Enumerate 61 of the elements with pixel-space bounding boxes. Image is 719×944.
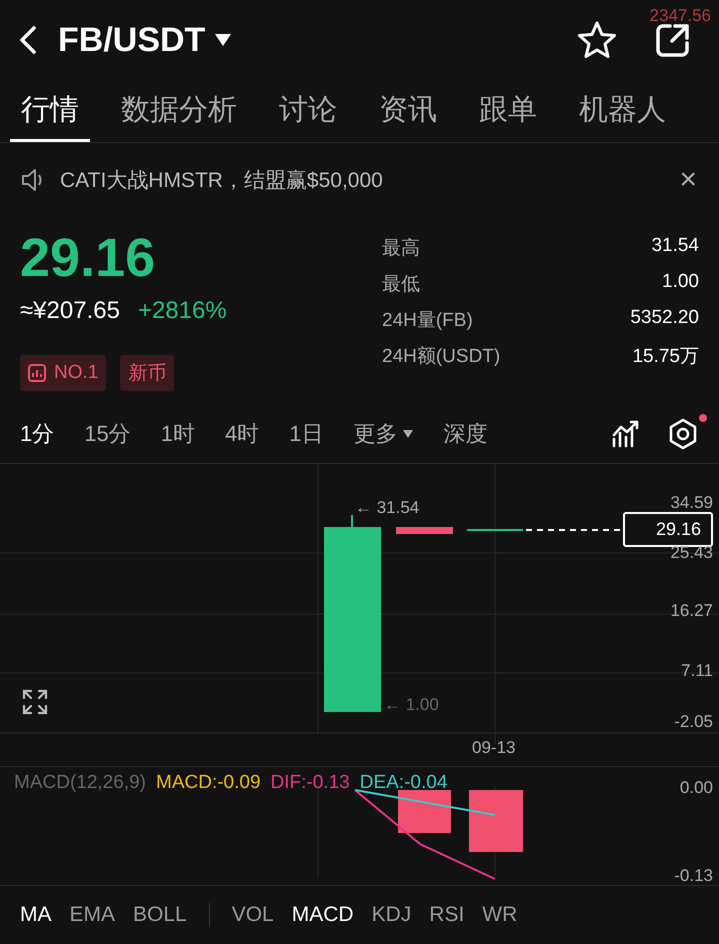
close-button[interactable]: × (679, 163, 697, 197)
share-icon[interactable] (655, 22, 691, 58)
tab[interactable]: 数据分析 (110, 80, 248, 142)
tab[interactable]: 跟单 (468, 80, 548, 142)
announcement-text[interactable]: CATI大战HMSTR，结盟赢$50,000 (60, 166, 383, 194)
pair-title[interactable]: FB/USDT (58, 20, 206, 60)
timeframe-tab[interactable]: 深度 (443, 419, 488, 449)
low-label: ← 1.00 (384, 695, 439, 715)
macd-value: DEA:-0.04 (360, 772, 448, 794)
tag-label: NO.1 (54, 362, 98, 384)
axis-tick: -0.13 (674, 866, 713, 886)
fiat-price: ≈¥207.65 (20, 297, 120, 325)
indicator-tab[interactable]: VOL (232, 903, 274, 927)
stat-value: 1.00 (662, 271, 699, 294)
macd-title: MACD(12,26,9) (14, 772, 146, 794)
last-price: 29.16 (20, 227, 156, 289)
indicator-tab[interactable]: WR (482, 903, 518, 927)
high-label: ← 31.54 (355, 498, 420, 518)
axis-tick: 09-13 (472, 738, 516, 758)
timeframe-tab[interactable]: 4时 (224, 419, 260, 449)
axis-tick: 7.11 (681, 661, 713, 681)
settings-icon[interactable] (667, 418, 699, 450)
indicator-tab[interactable]: KDJ (372, 903, 412, 927)
axis-tick: 0.00 (680, 778, 713, 798)
tab[interactable]: 讨论 (268, 80, 348, 142)
stat-label: 24H量(FB) (382, 309, 473, 333)
indicator-tab[interactable]: RSI (429, 903, 464, 927)
axis-tick: 34.59 (670, 493, 713, 513)
timeframe-tab[interactable]: 15分 (84, 419, 131, 449)
notification-dot (699, 414, 707, 422)
timeframe-tab[interactable]: 1分 (20, 419, 54, 449)
ticker-overlay: 2347.56 (650, 6, 711, 26)
indicator-tab[interactable]: MA (20, 903, 52, 927)
stat-value: 5352.20 (630, 307, 699, 330)
price-tag: 29.16 (623, 512, 713, 547)
indicator-tab[interactable]: MACD (292, 903, 354, 927)
tab[interactable]: 机器人 (568, 80, 677, 142)
price-change: +2816% (138, 297, 227, 325)
indicator-tab[interactable]: EMA (70, 903, 116, 927)
timeframe-tab[interactable]: 1日 (289, 419, 324, 449)
macd-value: DIF:-0.13 (270, 772, 350, 794)
stat-label: 最低 (382, 273, 420, 297)
axis-tick: 16.27 (670, 601, 713, 621)
caret-icon[interactable] (215, 34, 232, 46)
star-icon[interactable] (577, 20, 617, 60)
fullscreen-icon[interactable] (22, 689, 48, 715)
tab[interactable]: 资讯 (368, 80, 448, 142)
tag-label: 新币 (128, 362, 166, 386)
back-icon[interactable] (18, 25, 38, 55)
bar-chart-icon (28, 364, 46, 382)
stat-value: 15.75万 (632, 345, 699, 369)
macd-value: MACD:-0.09 (156, 772, 261, 794)
indicator-chart-icon[interactable] (611, 419, 641, 449)
timeframe-tab[interactable]: 更多 (353, 419, 414, 449)
stat-label: 24H额(USDT) (382, 345, 500, 369)
axis-tick: -2.05 (674, 712, 713, 732)
stat-value: 31.54 (651, 235, 699, 258)
indicator-tab[interactable]: BOLL (133, 903, 187, 927)
stat-label: 最高 (382, 237, 420, 261)
caret-icon (403, 430, 414, 438)
timeframe-tab[interactable]: 1时 (160, 419, 195, 449)
